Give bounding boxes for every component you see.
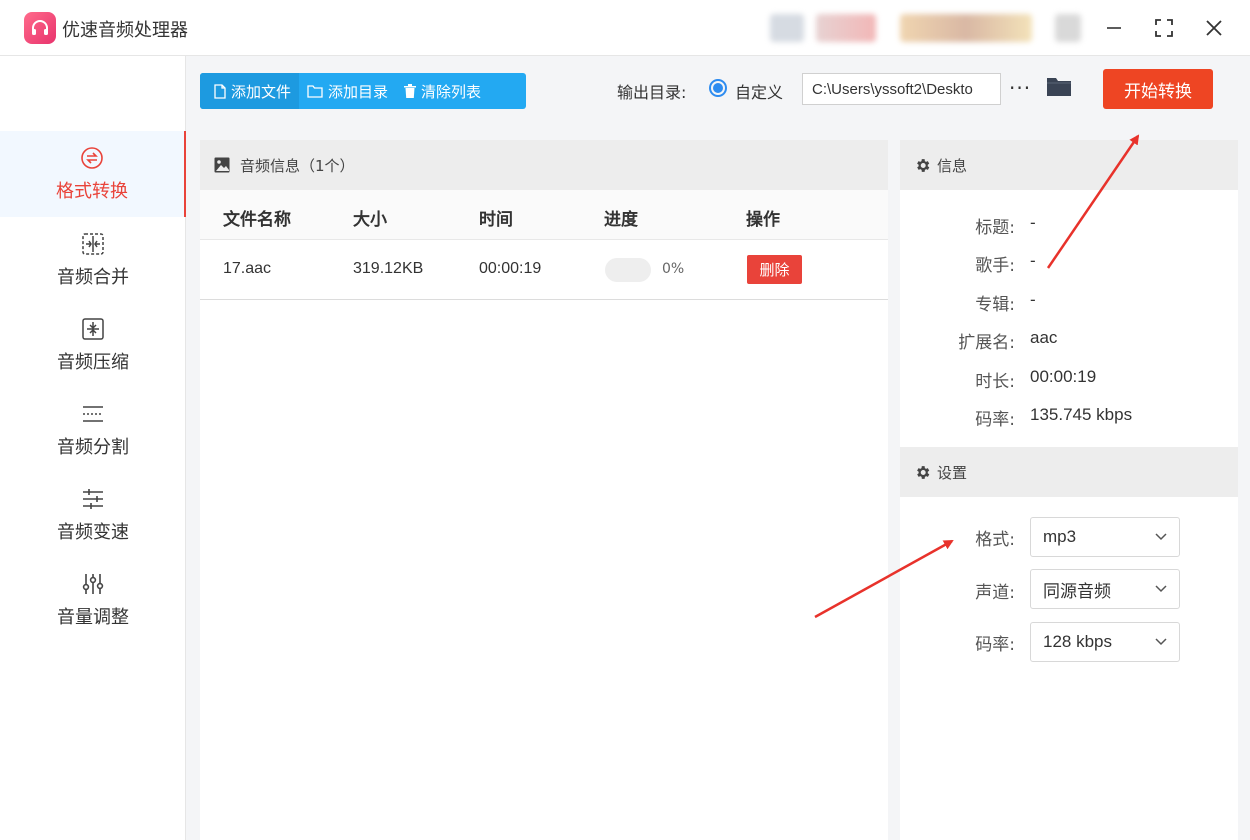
format-select-value: mp3 — [1043, 527, 1077, 546]
output-dir-label: 输出目录: — [617, 83, 687, 102]
app-logo-icon — [24, 12, 56, 44]
info-artist-label: 歌手: — [975, 256, 1015, 276]
right-panel: 信息 标题: - 歌手: - 专辑: - 扩展名: aac 时长: 00:00:… — [900, 140, 1238, 840]
file-toolbar: 添加文件 添加目录 清除列表 — [200, 73, 526, 109]
progress-text: 0% — [662, 261, 685, 277]
browse-more-button[interactable]: ··· — [1009, 76, 1031, 100]
delete-button[interactable]: 删除 — [747, 255, 802, 284]
sidebar-item-label: 音频合并 — [57, 267, 129, 288]
info-extension-value: aac — [1030, 328, 1058, 347]
title-bar: 优速音频处理器 — [0, 0, 1250, 56]
file-list-header: 音频信息（1个） — [200, 140, 888, 190]
blurred-avatar — [770, 14, 804, 42]
close-button[interactable] — [1198, 12, 1230, 44]
image-icon — [214, 157, 230, 173]
bitrate-label: 码率: — [975, 635, 1015, 655]
custom-dir-radio-label[interactable]: 自定义 — [735, 79, 783, 103]
split-icon — [81, 401, 105, 427]
channel-select[interactable]: 同源音频 — [1030, 569, 1180, 609]
column-header-progress: 进度 — [604, 210, 638, 230]
blurred-menu — [1055, 14, 1081, 42]
info-artist-value: - — [1030, 251, 1036, 270]
sidebar-item-volume[interactable]: 音量调整 — [0, 557, 186, 643]
sidebar-item-label: 格式转换 — [56, 181, 128, 202]
sidebar-item-speed[interactable]: 音频变速 — [0, 472, 186, 558]
settings-header: 设置 — [900, 447, 1238, 497]
clear-list-label: 清除列表 — [421, 82, 482, 101]
file-icon — [214, 83, 226, 99]
file-name: 17.aac — [223, 260, 272, 277]
gear-icon — [917, 465, 930, 479]
format-convert-icon — [80, 145, 104, 171]
info-header: 信息 — [900, 140, 1238, 190]
app-title: 优速音频处理器 — [62, 20, 188, 41]
column-header-time: 时间 — [479, 210, 513, 230]
table-row[interactable]: 17.aac 319.12KB 00:00:19 0% 删除 — [200, 240, 888, 300]
info-album-label: 专辑: — [975, 295, 1015, 315]
info-title-label: 标题: — [975, 218, 1015, 238]
output-path-input[interactable] — [802, 73, 1001, 105]
sidebar-item-format-convert[interactable]: 格式转换 — [0, 131, 186, 217]
format-label: 格式: — [975, 530, 1015, 550]
sidebar-item-split[interactable]: 音频分割 — [0, 387, 186, 473]
info-extension-label: 扩展名: — [958, 333, 1015, 353]
custom-dir-radio[interactable] — [709, 79, 727, 97]
sidebar-item-compress[interactable]: 音频压缩 — [0, 302, 186, 388]
add-file-label: 添加文件 — [231, 82, 292, 101]
info-duration-label: 时长: — [975, 372, 1015, 392]
sidebar-item-label: 音频变速 — [57, 522, 129, 543]
file-size: 319.12KB — [353, 260, 424, 277]
chevron-down-icon — [1155, 533, 1167, 541]
open-folder-icon[interactable] — [1046, 75, 1072, 101]
speed-icon — [81, 486, 105, 512]
merge-icon — [81, 231, 105, 257]
info-bitrate-value: 135.745 kbps — [1030, 405, 1133, 424]
file-list-panel: 音频信息（1个） 文件名称 大小 时间 进度 操作 17.aac 319.12K… — [200, 140, 888, 840]
column-header-action: 操作 — [746, 210, 780, 230]
add-folder-label: 添加目录 — [328, 82, 389, 101]
file-list-title: 音频信息（1个） — [240, 156, 355, 175]
sidebar-item-merge[interactable]: 音频合并 — [0, 217, 186, 303]
column-header-size: 大小 — [353, 210, 387, 230]
settings-title: 设置 — [937, 463, 968, 482]
info-album-value: - — [1030, 290, 1036, 309]
blurred-vip-badge — [900, 14, 1032, 42]
volume-icon — [81, 571, 105, 597]
folder-icon — [307, 85, 323, 98]
clear-list-button[interactable]: 清除列表 — [396, 73, 489, 109]
bitrate-select[interactable]: 128 kbps — [1030, 622, 1180, 662]
column-header-name: 文件名称 — [223, 210, 291, 230]
sidebar-item-label: 音频分割 — [57, 437, 129, 458]
bitrate-select-value: 128 kbps — [1043, 632, 1112, 651]
chevron-down-icon — [1155, 638, 1167, 646]
add-file-button[interactable]: 添加文件 — [200, 73, 300, 109]
file-duration: 00:00:19 — [479, 260, 542, 277]
format-select[interactable]: mp3 — [1030, 517, 1180, 557]
channel-select-value: 同源音频 — [1043, 581, 1111, 601]
sidebar: 格式转换 音频合并 音频压缩 音频分割 音频变速 音量调整 — [0, 56, 186, 840]
trash-icon — [404, 84, 417, 98]
progress-bar — [605, 258, 651, 282]
start-convert-button[interactable]: 开始转换 — [1103, 69, 1213, 109]
minimize-button[interactable] — [1098, 12, 1130, 44]
blurred-user-info — [816, 14, 876, 42]
info-title-value: - — [1030, 213, 1036, 232]
add-folder-button[interactable]: 添加目录 — [299, 73, 396, 109]
table-header: 文件名称 大小 时间 进度 操作 — [200, 190, 888, 240]
maximize-button[interactable] — [1148, 12, 1180, 44]
info-duration-value: 00:00:19 — [1030, 367, 1097, 386]
info-bitrate-label: 码率: — [975, 410, 1015, 430]
sidebar-item-label: 音频压缩 — [57, 352, 129, 373]
compress-icon — [81, 316, 105, 342]
channel-label: 声道: — [975, 583, 1015, 603]
chevron-down-icon — [1155, 585, 1167, 593]
sidebar-item-label: 音量调整 — [57, 607, 129, 628]
gear-icon — [917, 158, 930, 172]
info-title: 信息 — [937, 156, 968, 175]
